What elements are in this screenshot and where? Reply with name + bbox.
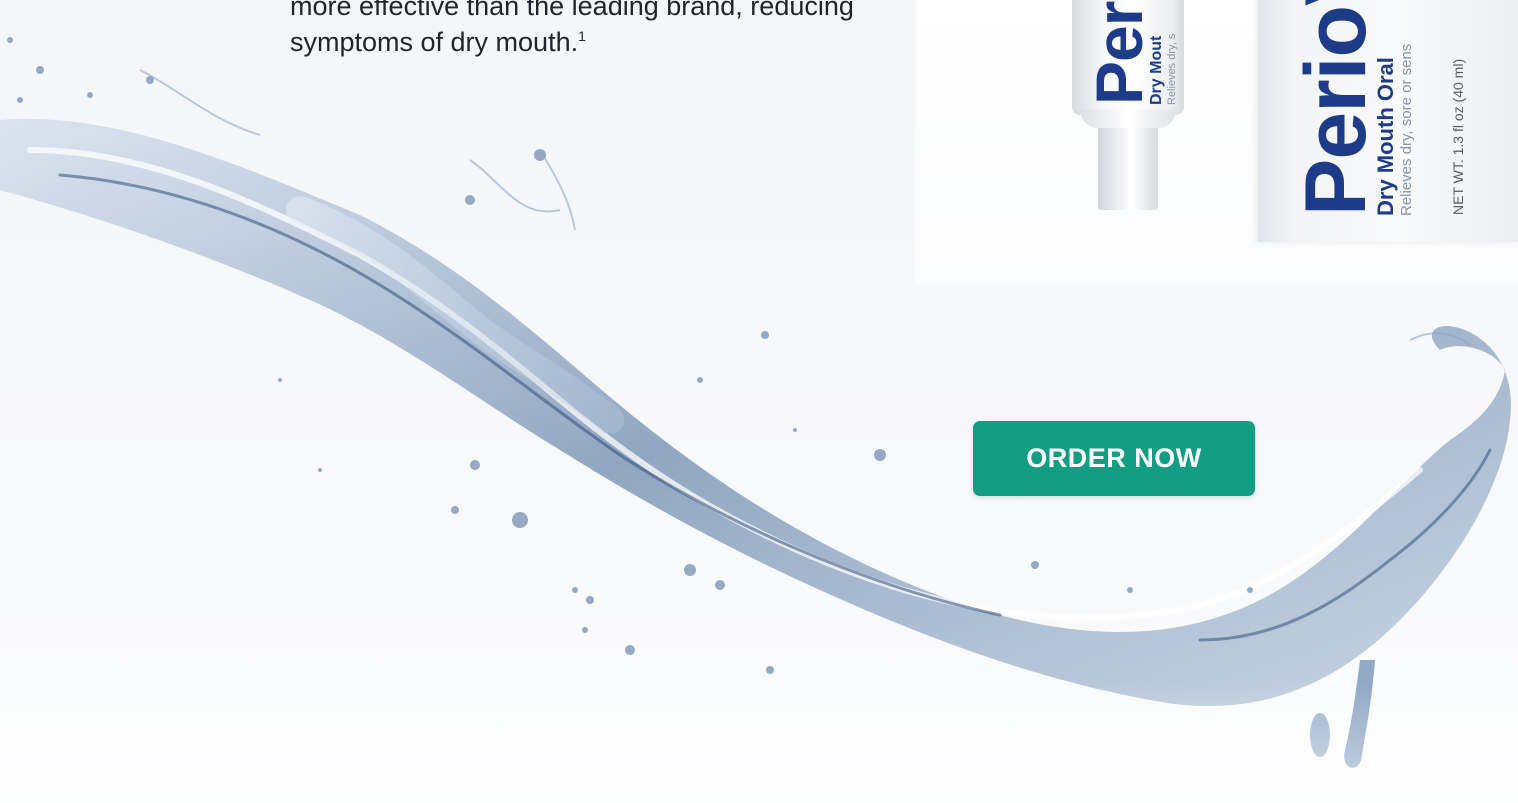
- box-tagline: Relieves dry, sore or sens: [1398, 43, 1415, 216]
- tube-brand: Per: [1082, 1, 1156, 105]
- tube-body: Per Dry Mout Relieves dry, s: [1072, 0, 1184, 115]
- product-box: PerioV Dry Mouth Oral Relieves dry, sore…: [1258, 0, 1518, 242]
- box-label: PerioV Dry Mouth Oral Relieves dry, sore…: [1288, 0, 1416, 216]
- order-now-button[interactable]: ORDER NOW: [973, 421, 1255, 496]
- box-brand-main: Perio: [1288, 5, 1384, 216]
- product-tube: Per Dry Mout Relieves dry, s: [1072, 0, 1184, 245]
- tube-tagline: Relieves dry, s: [1166, 33, 1178, 105]
- bottom-fade: [0, 683, 1518, 803]
- tube-neck: [1080, 110, 1176, 210]
- box-brand-v: V: [1288, 0, 1384, 6]
- net-weight-label: NET WT. 1.3 fl oz (40 ml): [1450, 58, 1466, 215]
- box-brand: PerioV: [1288, 0, 1384, 216]
- tube-label: Per Dry Mout Relieves dry, s: [1082, 1, 1179, 105]
